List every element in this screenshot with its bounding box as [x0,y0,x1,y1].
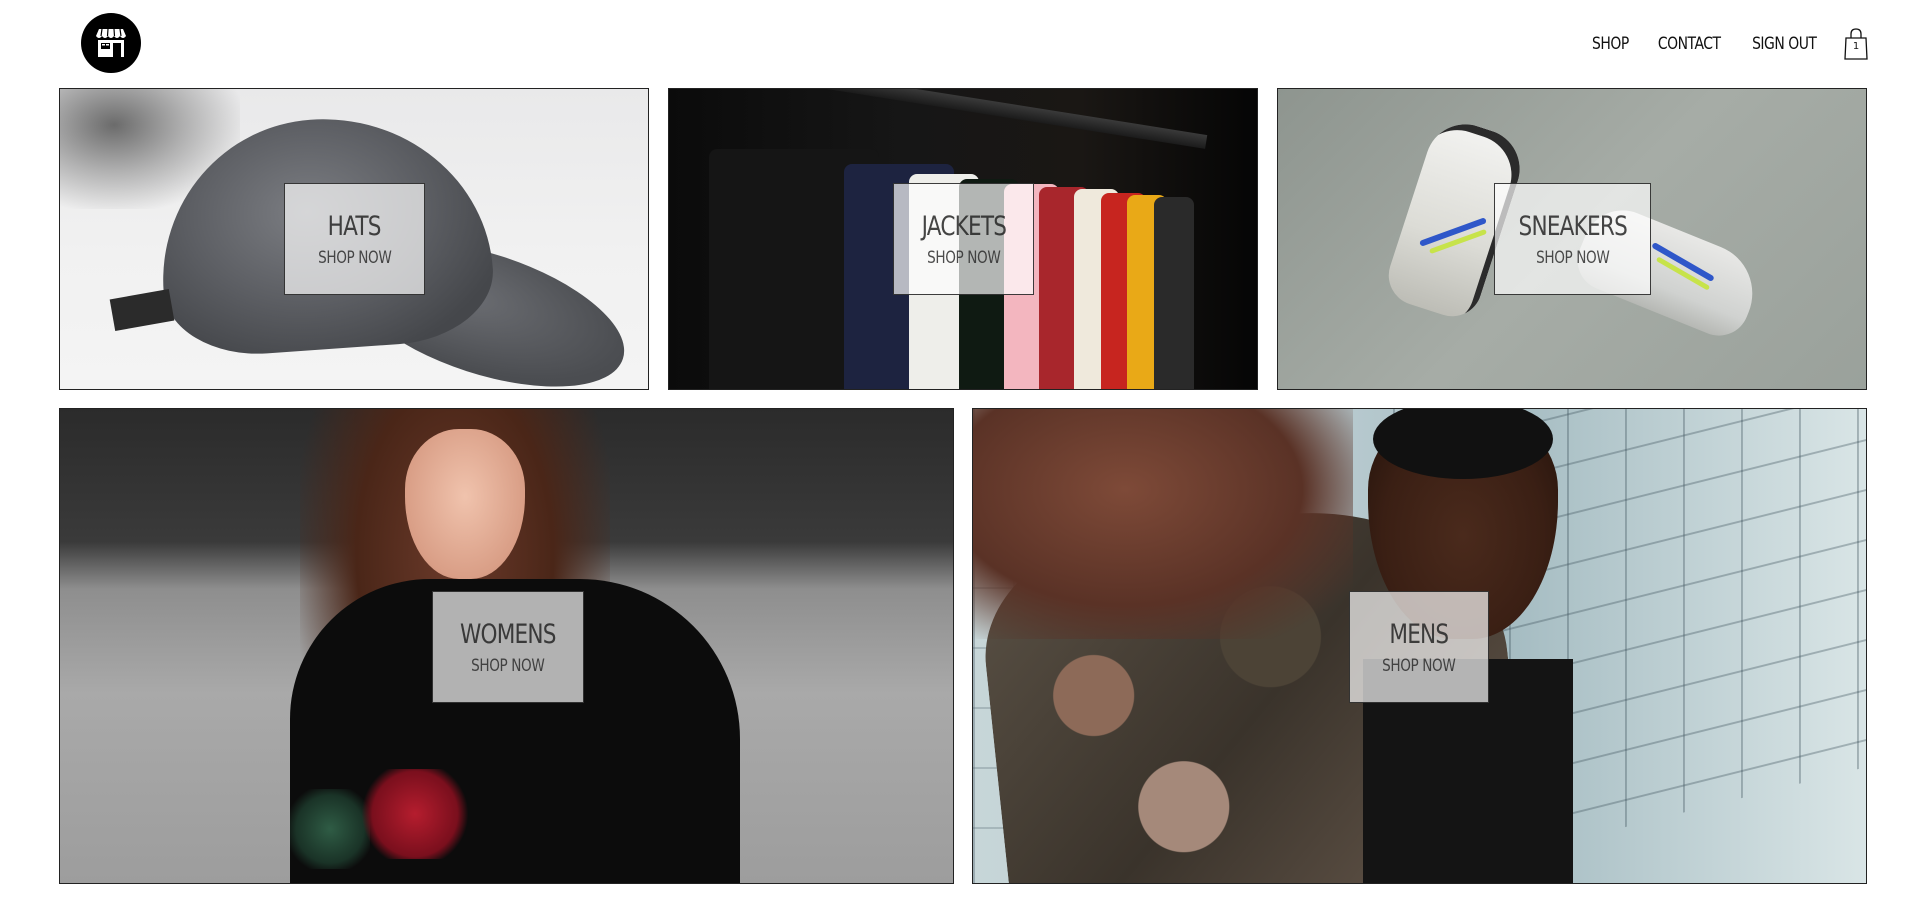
nav-sign-out-link[interactable]: SIGN OUT [1753,34,1818,54]
shop-now-link[interactable]: SHOP NOW [318,248,392,268]
category-label-box[interactable]: WOMENS SHOP NOW [432,591,584,703]
category-tile-hats[interactable]: HATS SHOP NOW [59,88,649,390]
category-title: JACKETS [921,210,1006,242]
category-label-box[interactable]: JACKETS SHOP NOW [893,183,1034,295]
nav-shop-link[interactable]: SHOP [1592,34,1629,54]
nav-contact-link[interactable]: CONTACT [1658,34,1721,54]
category-label-box[interactable]: SNEAKERS SHOP NOW [1494,183,1651,295]
shop-now-link[interactable]: SHOP NOW [927,248,1001,268]
category-tile-mens[interactable]: MENS SHOP NOW [972,408,1867,884]
shop-now-link[interactable]: SHOP NOW [1382,656,1456,676]
shop-now-link[interactable]: SHOP NOW [1536,248,1610,268]
cart-item-count: 1 [1852,41,1860,52]
category-title: SNEAKERS [1518,210,1627,242]
category-title: HATS [327,210,382,242]
category-title: MENS [1389,618,1450,650]
logo-link[interactable] [81,13,141,73]
category-label-box[interactable]: MENS SHOP NOW [1349,591,1489,703]
category-tile-sneakers[interactable]: SNEAKERS SHOP NOW [1277,88,1867,390]
category-title: WOMENS [460,618,557,650]
main-nav: SHOP CONTACT SIGN OUT 1 [1584,24,1870,64]
category-tile-womens[interactable]: WOMENS SHOP NOW [59,408,954,884]
storefront-icon [96,28,126,57]
header: SHOP CONTACT SIGN OUT 1 [0,0,1920,88]
shop-now-link[interactable]: SHOP NOW [471,656,545,676]
category-label-box[interactable]: HATS SHOP NOW [284,183,425,295]
cart-button[interactable]: 1 [1842,27,1870,61]
category-tile-jackets[interactable]: JACKETS SHOP NOW [668,88,1258,390]
